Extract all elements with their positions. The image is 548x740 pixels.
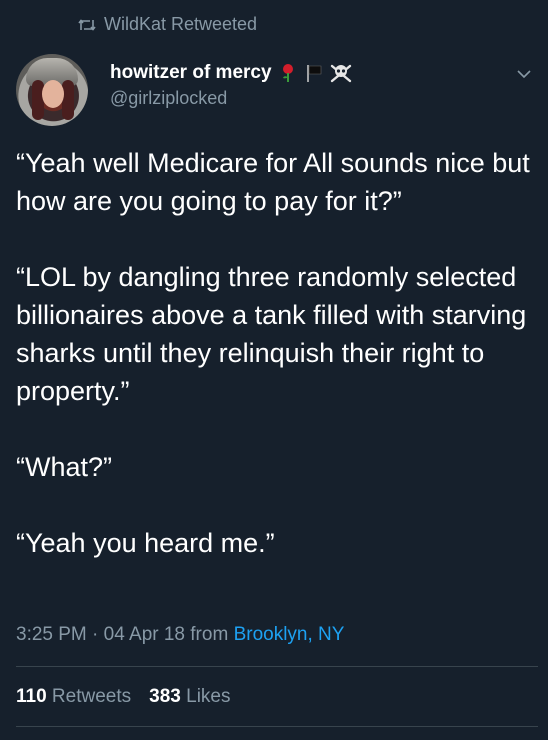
tweet-date[interactable]: 04 Apr 18 — [104, 624, 185, 645]
tweet-paragraph: “Yeah well Medicare for All sounds nice … — [16, 148, 530, 216]
likes-count: 383 — [149, 686, 181, 707]
tweet-stats: 110 Retweets 383 Likes — [16, 686, 230, 708]
meta-separator: · — [86, 624, 104, 645]
black-flag-icon — [304, 63, 324, 83]
tweet-paragraph: “Yeah you heard me.” — [16, 528, 275, 558]
tweet-paragraph: “What?” — [16, 452, 113, 482]
rose-emoji-icon — [278, 63, 298, 83]
tweet-paragraph: “LOL by dangling three randomly selected… — [16, 262, 527, 406]
divider — [16, 726, 538, 727]
likes-stat[interactable]: 383 Likes — [149, 686, 230, 708]
tweet-header: howitzer of mercy @girlziplocked — [14, 54, 534, 130]
retweet-icon — [78, 18, 96, 32]
retweets-stat[interactable]: 110 Retweets — [16, 686, 131, 708]
retweet-context-text: WildKat Retweeted — [104, 14, 258, 34]
retweets-count: 110 — [16, 686, 47, 707]
avatar[interactable] — [16, 54, 88, 126]
author-block[interactable]: howitzer of mercy @girlziplocked — [110, 62, 351, 109]
retweets-label: Retweets — [46, 686, 132, 707]
location-link[interactable]: Brooklyn, NY — [234, 624, 345, 645]
retweet-context[interactable]: WildKat Retweeted — [78, 14, 257, 35]
tweet-text: “Yeah well Medicare for All sounds nice … — [16, 144, 536, 600]
handle[interactable]: @girlziplocked — [110, 88, 350, 109]
display-name[interactable]: howitzer of mercy — [110, 62, 272, 84]
chevron-down-icon[interactable] — [516, 66, 532, 84]
divider — [16, 666, 538, 667]
tweet-time[interactable]: 3:25 PM — [16, 624, 87, 645]
tweet-meta: 3:25 PM · 04 Apr 18 from Brooklyn, NY — [16, 624, 344, 646]
meta-from: from — [185, 624, 234, 645]
skull-crossbones-icon — [330, 63, 351, 83]
likes-label: Likes — [180, 686, 231, 707]
